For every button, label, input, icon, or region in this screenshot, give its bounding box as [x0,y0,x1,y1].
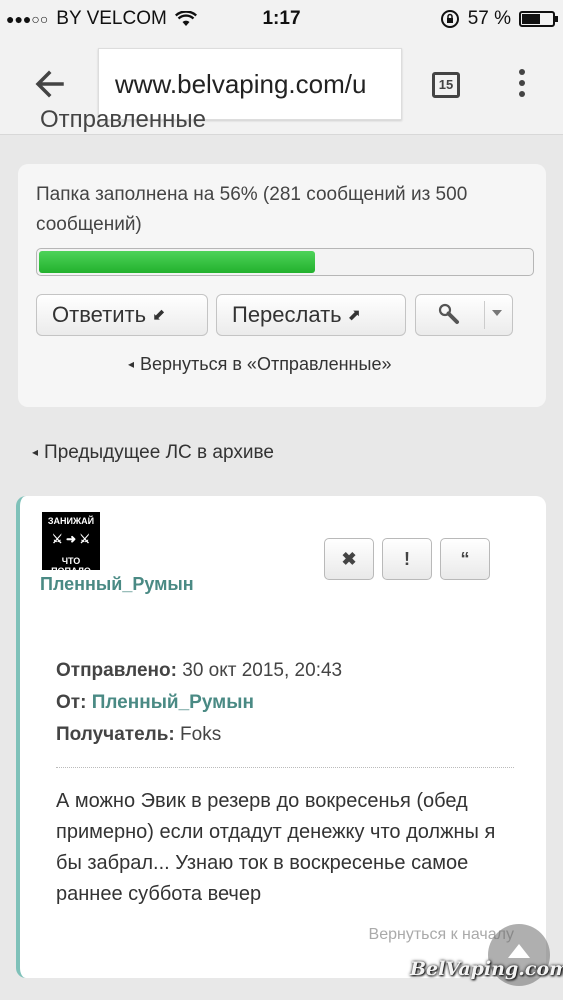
tab-switcher-button[interactable]: 15 [432,72,460,98]
author-name[interactable]: Пленный_Румын [40,574,194,595]
avatar[interactable]: ЗАНИЖАЙ ⚔ ➜ ⚔ ЧТО ПОПАЛО [42,512,100,576]
bullet-icon: ◂ [32,445,39,459]
tools-dropdown-button[interactable] [415,294,513,336]
site-watermark: BelVaping.com [410,958,563,980]
from-user-link[interactable]: Пленный_Румын [92,692,254,713]
forward-button[interactable]: Переслать ⬈ [216,294,406,336]
recipient-row: Получатель: Foks [56,724,222,745]
divider [56,767,514,768]
rotation-lock-icon [440,10,459,28]
bullet-icon: ◂ [128,357,135,371]
folder-quota-text: Папка заполнена на 56% (281 сообщений из… [36,184,468,235]
folder-usage-progress-fill [39,251,315,273]
battery-icon [519,11,558,27]
page-title: Отправленные [40,106,207,133]
close-icon: ✖ [341,549,357,569]
quote-button[interactable]: “ [440,538,490,580]
back-arrow-icon[interactable] [32,66,68,102]
report-button[interactable]: ! [382,538,432,580]
reply-button-label: Ответить [52,302,147,327]
avatar-arrow-icon: ⚔ ➜ ⚔ [51,532,91,546]
message-body: А можно Эвик в резерв до вокресенья (обе… [56,790,496,905]
folder-panel: Папка заполнена на 56% (281 сообщений из… [18,164,546,407]
message-card: ЗАНИЖАЙ ⚔ ➜ ⚔ ЧТО ПОПАЛО Пленный_Румын ✖… [16,496,546,978]
sent-date-row: Отправлено: 30 окт 2015, 20:43 [56,660,343,681]
back-to-sent-link[interactable]: ◂ Вернуться в «Отправленные» [128,354,391,375]
browser-menu-icon[interactable] [514,69,530,103]
folder-usage-progress [36,248,534,276]
forward-button-label: Переслать [232,302,342,327]
arrow-up-right-icon: ⬈ [347,307,362,324]
reply-button[interactable]: Ответить ⬋ [36,294,208,336]
wrench-icon [438,303,459,324]
from-row: От: Пленный_Румын [56,692,254,713]
delete-button[interactable]: ✖ [324,538,374,580]
chevron-down-icon [492,310,502,316]
battery-percent: 57 % [467,8,511,29]
exclamation-icon: ! [404,549,410,569]
arrow-down-left-icon: ⬋ [152,307,166,324]
status-bar: ●●●○○ BY VELCOM 1:17 57 % [0,0,563,36]
previous-pm-link[interactable]: ◂ Предыдущее ЛС в архиве [32,442,274,464]
quote-icon: “ [460,549,470,569]
